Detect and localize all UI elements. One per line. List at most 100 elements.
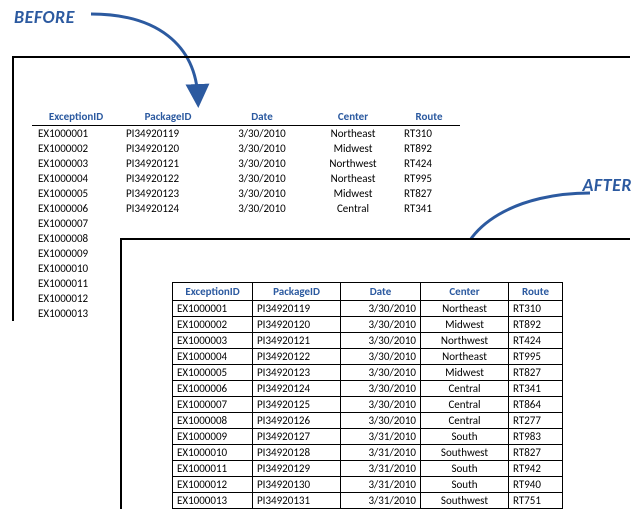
cell-ex: EX1000008 <box>173 413 253 429</box>
cell-ex: EX1000002 <box>32 141 120 156</box>
cell-pkg: PI34920131 <box>253 493 341 509</box>
table-row: EX1000003PI349201213/30/2010NorthwestRT4… <box>32 156 460 171</box>
cell-center: Midwest <box>421 317 509 333</box>
cell-route: RT751 <box>509 493 563 509</box>
table-header-row: ExceptionID PackageID Date Center Route <box>173 283 563 301</box>
cell-center: Northwest <box>308 156 398 171</box>
cell-ex: EX1000007 <box>32 216 120 231</box>
cell-ex: EX1000006 <box>32 201 120 216</box>
col-package: PackageID <box>120 108 216 126</box>
cell-date: 3/31/2010 <box>341 445 421 461</box>
cell-route: RT995 <box>509 349 563 365</box>
cell-pkg: PI34920125 <box>253 397 341 413</box>
cell-pkg: PI34920120 <box>253 317 341 333</box>
cell-center: South <box>421 429 509 445</box>
cell-date <box>216 216 308 231</box>
cell-date: 3/30/2010 <box>341 333 421 349</box>
cell-center: Central <box>421 413 509 429</box>
table-row: EX1000010PI349201283/31/2010SouthwestRT8… <box>173 445 563 461</box>
cell-pkg <box>120 216 216 231</box>
cell-route: RT940 <box>509 477 563 493</box>
cell-route: RT341 <box>509 381 563 397</box>
table-row: EX1000006PI349201243/30/2010CentralRT341 <box>173 381 563 397</box>
table-row: EX1000002PI349201203/30/2010MidwestRT892 <box>173 317 563 333</box>
cell-route: RT827 <box>509 365 563 381</box>
cell-pkg: PI34920121 <box>253 333 341 349</box>
after-table: ExceptionID PackageID Date Center Route … <box>172 282 563 509</box>
cell-pkg: PI34920130 <box>253 477 341 493</box>
cell-date: 3/30/2010 <box>341 365 421 381</box>
col-date: Date <box>341 283 421 301</box>
cell-pkg: PI34920119 <box>120 126 216 142</box>
cell-date: 3/30/2010 <box>341 413 421 429</box>
cell-ex: EX1000012 <box>173 477 253 493</box>
cell-pkg: PI34920122 <box>120 171 216 186</box>
cell-ex: EX1000003 <box>173 333 253 349</box>
table-row: EX1000008PI349201263/30/2010CentralRT277 <box>173 413 563 429</box>
cell-center: South <box>421 461 509 477</box>
col-date: Date <box>216 108 308 126</box>
cell-pkg: PI34920121 <box>120 156 216 171</box>
cell-pkg: PI34920122 <box>253 349 341 365</box>
cell-route: RT424 <box>398 156 460 171</box>
cell-pkg: PI34920124 <box>120 201 216 216</box>
cell-ex: EX1000012 <box>32 291 120 306</box>
table-row: EX1000001PI349201193/30/2010NortheastRT3… <box>32 126 460 142</box>
cell-route: RT341 <box>398 201 460 216</box>
cell-route: RT827 <box>509 445 563 461</box>
cell-route: RT942 <box>509 461 563 477</box>
cell-route: RT892 <box>509 317 563 333</box>
cell-pkg: PI34920124 <box>253 381 341 397</box>
cell-route: RT983 <box>509 429 563 445</box>
before-label: BEFORE <box>14 6 75 28</box>
cell-date: 3/30/2010 <box>216 141 308 156</box>
cell-pkg: PI34920126 <box>253 413 341 429</box>
cell-ex: EX1000005 <box>32 186 120 201</box>
table-row: EX1000003PI349201213/30/2010NorthwestRT4… <box>173 333 563 349</box>
cell-date: 3/31/2010 <box>341 477 421 493</box>
cell-route: RT277 <box>509 413 563 429</box>
cell-center: Central <box>421 397 509 413</box>
cell-ex: EX1000006 <box>173 381 253 397</box>
table-row: EX1000004PI349201223/30/2010NortheastRT9… <box>32 171 460 186</box>
cell-center: Southwest <box>421 445 509 461</box>
cell-date: 3/30/2010 <box>216 126 308 142</box>
cell-ex: EX1000004 <box>32 171 120 186</box>
cell-center: Northeast <box>421 349 509 365</box>
cell-center: Southwest <box>421 493 509 509</box>
cell-pkg: PI34920127 <box>253 429 341 445</box>
table-row: EX1000005PI349201233/30/2010MidwestRT827 <box>173 365 563 381</box>
cell-center: Northwest <box>421 333 509 349</box>
cell-date: 3/30/2010 <box>216 171 308 186</box>
cell-date: 3/30/2010 <box>216 201 308 216</box>
cell-ex: EX1000009 <box>32 246 120 261</box>
cell-route: RT827 <box>398 186 460 201</box>
table-row: EX1000001PI349201193/30/2010NortheastRT3… <box>173 301 563 317</box>
cell-ex: EX1000001 <box>32 126 120 142</box>
cell-center: Northeast <box>308 171 398 186</box>
cell-ex: EX1000007 <box>173 397 253 413</box>
cell-date: 3/31/2010 <box>341 461 421 477</box>
cell-pkg: PI34920123 <box>253 365 341 381</box>
table-row: EX1000007 <box>32 216 460 231</box>
cell-center <box>308 216 398 231</box>
cell-date: 3/30/2010 <box>216 186 308 201</box>
cell-center: Midwest <box>421 365 509 381</box>
table-row: EX1000007PI349201253/30/2010CentralRT864 <box>173 397 563 413</box>
cell-route: RT995 <box>398 171 460 186</box>
col-center: Center <box>421 283 509 301</box>
cell-date: 3/30/2010 <box>341 397 421 413</box>
cell-ex: EX1000011 <box>173 461 253 477</box>
cell-ex: EX1000011 <box>32 276 120 291</box>
cell-date: 3/31/2010 <box>341 429 421 445</box>
cell-route: RT310 <box>398 126 460 142</box>
cell-pkg: PI34920119 <box>253 301 341 317</box>
table-row: EX1000012PI349201303/31/2010SouthRT940 <box>173 477 563 493</box>
cell-pkg: PI34920120 <box>120 141 216 156</box>
cell-center: South <box>421 477 509 493</box>
cell-ex: EX1000004 <box>173 349 253 365</box>
cell-pkg: PI34920128 <box>253 445 341 461</box>
col-route: Route <box>509 283 563 301</box>
cell-date: 3/30/2010 <box>341 349 421 365</box>
col-exception: ExceptionID <box>32 108 120 126</box>
